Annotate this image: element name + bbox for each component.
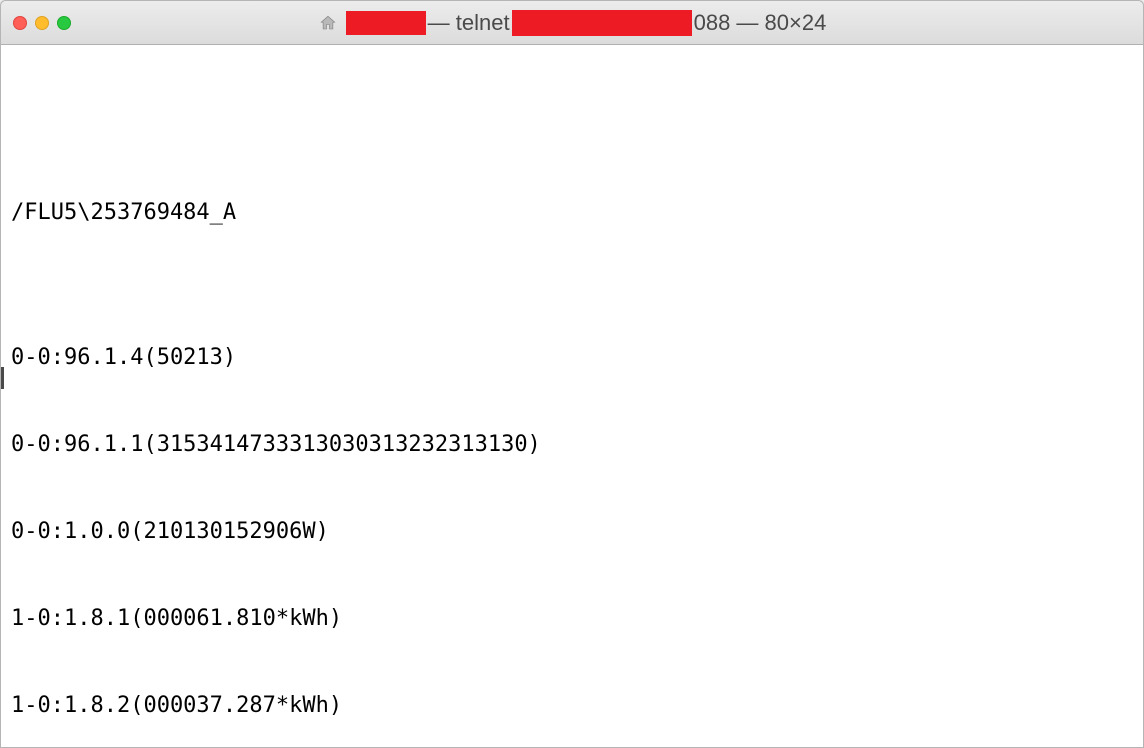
window-controls xyxy=(13,16,71,30)
minimize-button[interactable] xyxy=(35,16,49,30)
redacted-user xyxy=(346,11,426,35)
term-line: 0-0:96.1.1(3153414733313030313232313130) xyxy=(11,430,1133,459)
scroll-mark xyxy=(1,367,4,389)
window-title: — telnet 088 — 80×24 xyxy=(1,10,1143,36)
title-prefix: — telnet xyxy=(428,10,510,36)
terminal-window: — telnet 088 — 80×24 /FLU5\253769484_A 0… xyxy=(0,0,1144,748)
title-suffix: 088 — 80×24 xyxy=(694,10,827,36)
redacted-host xyxy=(512,10,692,36)
term-line: 0-0:96.1.4(50213) xyxy=(11,343,1133,372)
titlebar[interactable]: — telnet 088 — 80×24 xyxy=(1,1,1143,45)
terminal-output[interactable]: /FLU5\253769484_A 0-0:96.1.4(50213) 0-0:… xyxy=(1,45,1143,747)
term-line: 1-0:1.8.1(000061.810*kWh) xyxy=(11,604,1133,633)
term-line: 0-0:1.0.0(210130152906W) xyxy=(11,517,1133,546)
home-icon xyxy=(318,13,338,33)
term-line: /FLU5\253769484_A xyxy=(11,198,1133,227)
terminal-inner: /FLU5\253769484_A 0-0:96.1.4(50213) 0-0:… xyxy=(11,140,1133,747)
zoom-button[interactable] xyxy=(57,16,71,30)
close-button[interactable] xyxy=(13,16,27,30)
term-line: 1-0:1.8.2(000037.287*kWh) xyxy=(11,691,1133,720)
